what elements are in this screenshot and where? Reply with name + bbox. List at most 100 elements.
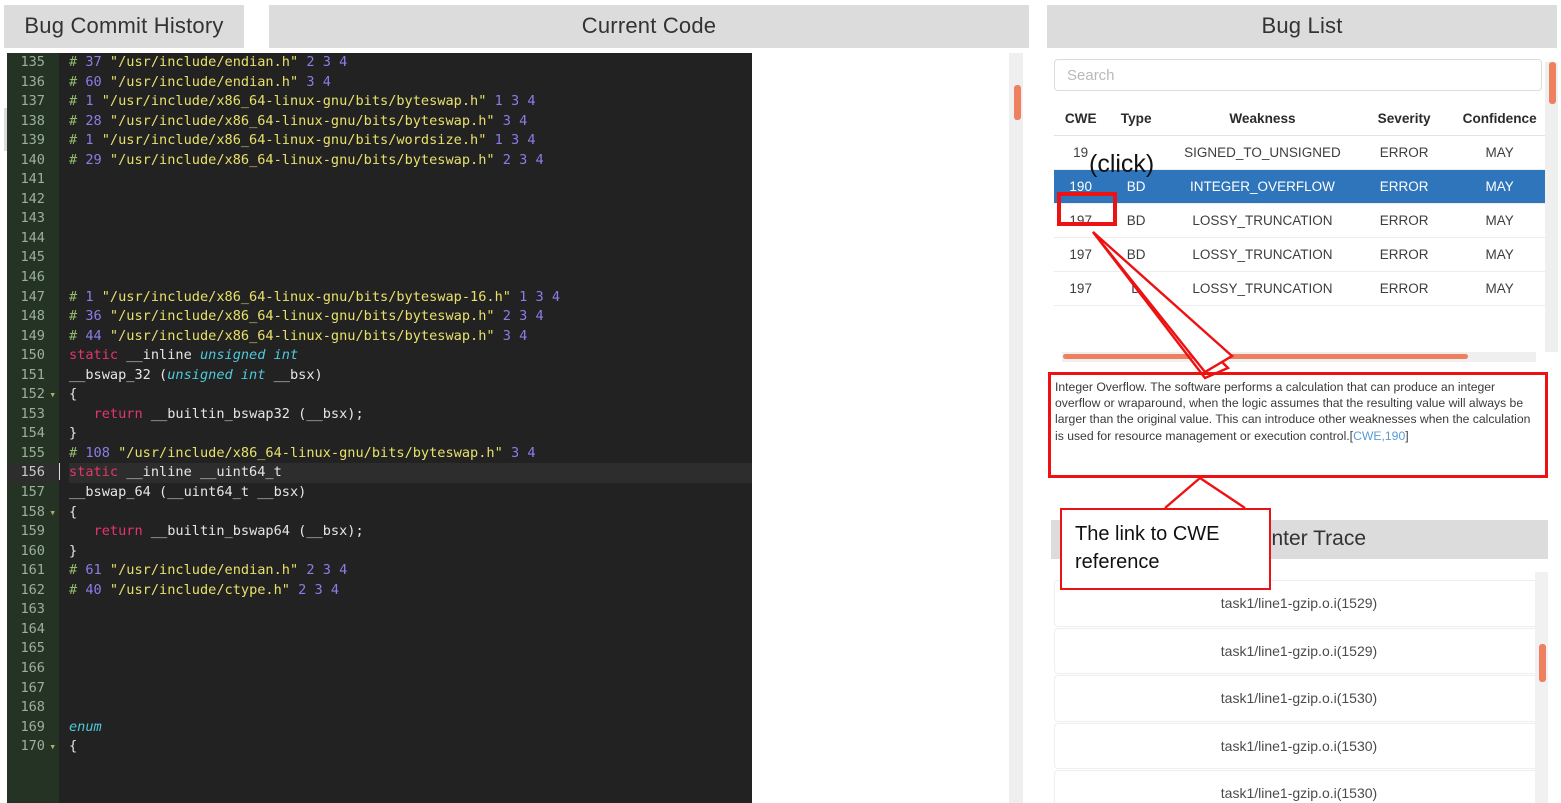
- code-token: unsigned int: [167, 366, 266, 383]
- column-header-confidence[interactable]: Confidence: [1448, 105, 1551, 136]
- fold-toggle-icon[interactable]: ▾: [49, 503, 56, 523]
- code-line[interactable]: __bswap_32 (unsigned int __bsx): [69, 366, 752, 386]
- bug-list-table[interactable]: CWE Type Weakness Severity Confidence 19…: [1054, 105, 1551, 306]
- search-input[interactable]: [1054, 59, 1542, 91]
- bug-cell-cwe: 197: [1054, 203, 1108, 238]
- code-line[interactable]: # 1 "/usr/include/x86_64-linux-gnu/bits/…: [69, 92, 752, 112]
- code-line[interactable]: }: [69, 424, 752, 444]
- bug-cell-severity: ERROR: [1359, 237, 1449, 272]
- code-line[interactable]: [69, 229, 752, 249]
- code-line[interactable]: {: [69, 503, 752, 523]
- code-token: "/usr/include/x86_64-linux-gnu/bits/byte…: [93, 93, 487, 110]
- line-number: 170 ▾: [7, 737, 59, 757]
- line-number: 143: [20, 210, 45, 227]
- line-number: 160: [20, 542, 45, 559]
- code-line[interactable]: [69, 659, 752, 679]
- code-line[interactable]: [69, 620, 752, 640]
- code-line[interactable]: # 37 "/usr/include/endian.h" 2 3 4: [69, 53, 752, 73]
- bug-list-row[interactable]: 197 BD LOSSY_TRUNCATION ERROR MAY: [1054, 237, 1551, 272]
- code-scrollbar-thumb[interactable]: [1014, 85, 1021, 120]
- code-token: 60: [85, 73, 102, 90]
- code-line[interactable]: return __builtin_bswap64 (__bsx);: [69, 522, 752, 542]
- counter-trace-item[interactable]: task1/line1-gzip.o.i(1530): [1054, 770, 1544, 803]
- code-token: return: [93, 405, 143, 422]
- counter-trace-scroll-track[interactable]: [1535, 572, 1548, 803]
- code-line[interactable]: __bswap_64 (__uint64_t __bsx): [69, 483, 752, 503]
- code-line[interactable]: # 60 "/usr/include/endian.h" 3 4: [69, 73, 752, 93]
- code-line[interactable]: [69, 170, 752, 190]
- code-line[interactable]: [69, 209, 752, 229]
- code-line[interactable]: return __builtin_bswap32 (__bsx);: [69, 405, 752, 425]
- bug-cell-confidence: MAY: [1448, 135, 1551, 170]
- bug-list-header-row: CWE Type Weakness Severity Confidence: [1054, 105, 1551, 136]
- column-header-type[interactable]: Type: [1107, 105, 1165, 136]
- code-line[interactable]: enum: [69, 718, 752, 738]
- bug-cell-weakness: LOSSY_TRUNCATION: [1164, 271, 1360, 306]
- code-scrollbar-track[interactable]: [1009, 53, 1023, 803]
- code-token: __builtin_bswap32 (__bsx);: [142, 405, 364, 422]
- cwe-reference-link[interactable]: CWE,190: [1353, 429, 1405, 443]
- code-line[interactable]: [69, 639, 752, 659]
- code-line[interactable]: [69, 268, 752, 288]
- line-number: 147: [20, 288, 45, 305]
- line-number: 167: [20, 679, 45, 696]
- code-line[interactable]: static __inline __uint64_t: [69, 463, 752, 484]
- column-header-cwe[interactable]: CWE: [1054, 105, 1108, 136]
- code-token: 3 4: [494, 327, 528, 344]
- fold-toggle-icon[interactable]: ▾: [49, 385, 56, 405]
- code-token: "/usr/include/endian.h": [101, 562, 299, 579]
- code-line[interactable]: [69, 248, 752, 268]
- counter-trace-list[interactable]: task1/line1-gzip.o.i(1529) task1/line1-gz…: [1054, 580, 1544, 803]
- line-number: 149: [20, 327, 45, 344]
- code-editor[interactable]: 135 136 137 138 139 140 141 142 143 144 145 146 147 1…: [7, 53, 752, 803]
- bug-cell-weakness: LOSSY_TRUNCATION: [1164, 203, 1360, 238]
- counter-trace-scroll-thumb[interactable]: [1539, 644, 1546, 682]
- bug-commit-history-title: Bug Commit History: [4, 5, 244, 48]
- code-token: {: [69, 386, 78, 403]
- counter-trace-item[interactable]: task1/line1-gzip.o.i(1529): [1054, 627, 1544, 674]
- code-token: }: [69, 425, 78, 442]
- code-line[interactable]: [69, 679, 752, 699]
- code-token: 2 3 4: [494, 151, 544, 168]
- code-token: unsigned int: [199, 347, 299, 364]
- code-line[interactable]: # 40 "/usr/include/ctype.h" 2 3 4: [69, 581, 752, 601]
- code-line[interactable]: # 1 "/usr/include/x86_64-linux-gnu/bits/…: [69, 131, 752, 151]
- code-token: __builtin_bswap64 (__bsx);: [142, 523, 364, 540]
- bug-list-vscroll-track[interactable]: [1545, 62, 1558, 352]
- fold-toggle-icon[interactable]: ▾: [49, 737, 56, 757]
- code-line[interactable]: # 44 "/usr/include/x86_64-linux-gnu/bits…: [69, 327, 752, 347]
- code-line[interactable]: [69, 190, 752, 210]
- cwe-description-panel: Integer Overflow. The software performs …: [1051, 375, 1548, 475]
- code-line[interactable]: # 28 "/usr/include/x86_64-linux-gnu/bits…: [69, 112, 752, 132]
- line-number: 156: [7, 463, 59, 484]
- bug-cell-cwe: 197: [1054, 271, 1108, 306]
- code-line[interactable]: {: [69, 737, 752, 757]
- code-line[interactable]: [69, 698, 752, 718]
- code-line[interactable]: }: [69, 542, 752, 562]
- line-number: 155: [20, 444, 45, 461]
- counter-trace-item[interactable]: task1/line1-gzip.o.i(1530): [1054, 675, 1544, 722]
- code-line[interactable]: # 36 "/usr/include/x86_64-linux-gnu/bits…: [69, 307, 752, 327]
- line-number: 158 ▾: [7, 503, 59, 523]
- code-line[interactable]: # 1 "/usr/include/x86_64-linux-gnu/bits/…: [69, 288, 752, 308]
- column-header-severity[interactable]: Severity: [1359, 105, 1449, 136]
- code-token: #: [69, 327, 86, 344]
- code-line[interactable]: # 61 "/usr/include/endian.h" 2 3 4: [69, 561, 752, 581]
- application-window: Bug Commit History gzip File Explorer vi…: [0, 0, 1561, 803]
- code-line[interactable]: [69, 600, 752, 620]
- line-number: 135: [20, 54, 45, 70]
- code-token: 61: [85, 562, 102, 579]
- bug-list-hscroll-thumb[interactable]: [1063, 354, 1468, 359]
- bug-list-vscroll-thumb[interactable]: [1549, 62, 1556, 104]
- code-line[interactable]: {: [69, 385, 752, 405]
- code-text-area[interactable]: # 37 "/usr/include/endian.h" 2 3 4 # 60 "…: [59, 53, 752, 803]
- code-line[interactable]: # 29 "/usr/include/x86_64-linux-gnu/bits…: [69, 151, 752, 171]
- bug-list-row[interactable]: 197 D LOSSY_TRUNCATION ERROR MAY: [1054, 271, 1551, 306]
- column-header-weakness[interactable]: Weakness: [1164, 105, 1360, 136]
- code-token: __inline: [118, 347, 200, 364]
- bug-list-row[interactable]: 197 BD LOSSY_TRUNCATION ERROR MAY: [1054, 203, 1551, 238]
- code-line[interactable]: # 108 "/usr/include/x86_64-linux-gnu/bit…: [69, 444, 752, 464]
- code-token: return: [93, 523, 143, 540]
- counter-trace-item[interactable]: task1/line1-gzip.o.i(1530): [1054, 722, 1544, 769]
- code-line[interactable]: static __inline unsigned int: [69, 346, 752, 366]
